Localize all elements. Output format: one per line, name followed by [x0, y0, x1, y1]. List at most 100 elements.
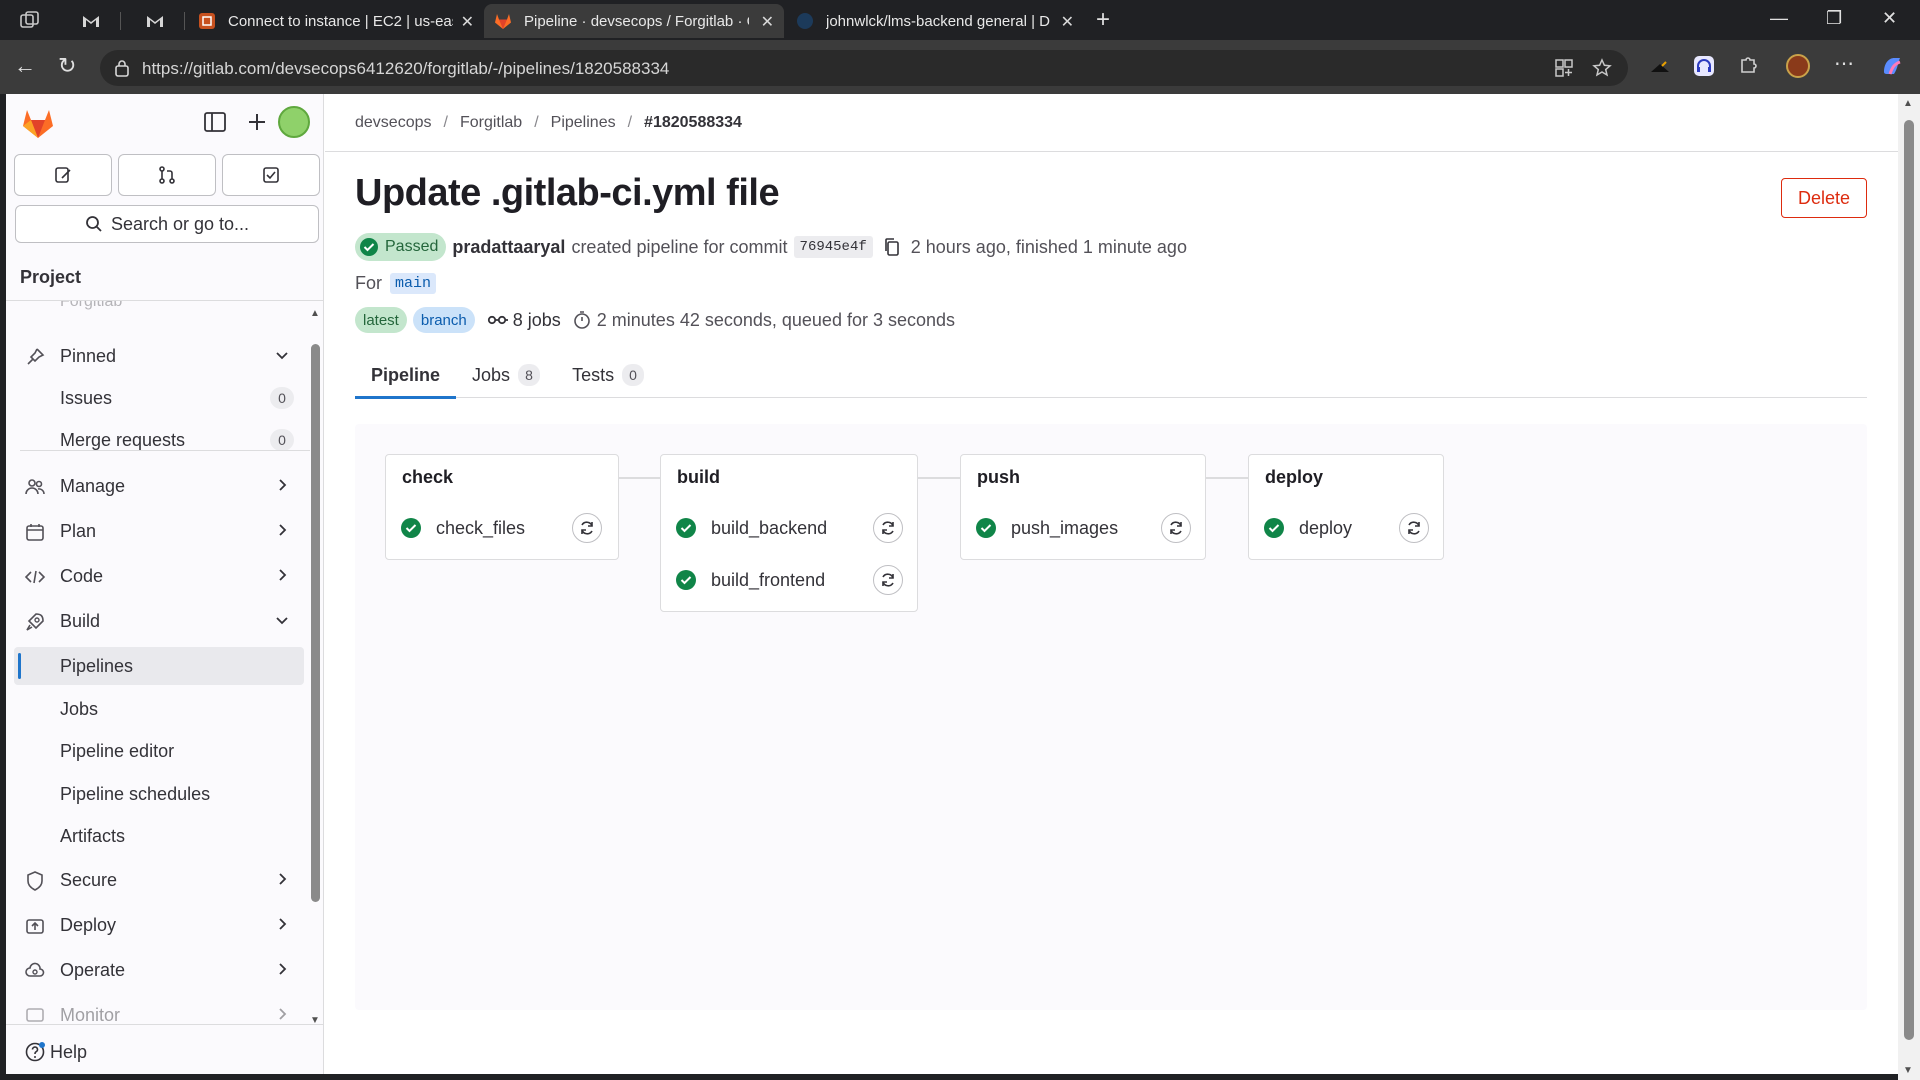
sidebar-item-plan[interactable]: Plan — [14, 512, 304, 550]
profile-avatar[interactable] — [1786, 54, 1810, 78]
close-icon[interactable]: ✕ — [461, 12, 474, 32]
new-tab-icon[interactable]: + — [1096, 8, 1110, 32]
sidebar-quick-actions — [14, 154, 320, 196]
scrollbar-thumb[interactable] — [1904, 120, 1914, 1040]
close-icon[interactable]: ✕ — [1061, 12, 1074, 32]
calendar-icon — [26, 524, 44, 541]
issues-shortcut-button[interactable] — [14, 154, 112, 196]
lock-icon[interactable] — [114, 59, 130, 77]
search-label: Search or go to... — [110, 213, 250, 234]
scroll-down-icon[interactable]: ▼ — [1903, 1065, 1913, 1076]
pipeline-ref-row: For main — [355, 268, 437, 298]
headphones-icon[interactable] — [1692, 54, 1716, 78]
tab-pipeline[interactable]: Pipeline · devsecops / Forgitlab · G ✕ — [484, 4, 784, 38]
gitlab-logo[interactable] — [20, 106, 56, 140]
star-icon[interactable] — [1592, 58, 1612, 78]
divider — [20, 450, 310, 451]
stage-connector — [619, 477, 661, 479]
copilot-icon[interactable] — [1880, 54, 1904, 78]
restore-icon[interactable]: ❐ — [1826, 8, 1842, 29]
aws-icon — [199, 13, 215, 29]
job-build-backend[interactable]: build_backend — [675, 511, 827, 545]
retry-icon — [882, 573, 894, 587]
more-icon[interactable]: ⋯ — [1834, 52, 1854, 76]
retry-icon — [1170, 521, 1182, 535]
retry-button[interactable] — [1399, 513, 1429, 543]
sidebar-item-label: Code — [60, 565, 104, 586]
job-deploy[interactable]: deploy — [1263, 511, 1352, 545]
breadcrumb-item[interactable]: Forgitlab — [460, 114, 522, 132]
close-window-icon[interactable]: ✕ — [1882, 8, 1897, 29]
delete-button[interactable]: Delete — [1781, 178, 1867, 218]
help-button[interactable]: Help — [6, 1024, 324, 1074]
breadcrumb-item[interactable]: devsecops — [355, 114, 432, 132]
sidebar-item-pipeline-schedules[interactable]: Pipeline schedules — [14, 775, 304, 813]
tab-docker[interactable]: johnwlck/lms-backend general | D ✕ — [786, 4, 1084, 38]
search-button[interactable]: Search or go to... — [15, 205, 319, 243]
close-icon[interactable]: ✕ — [761, 12, 774, 32]
sidebar-item-issues[interactable]: Issues 0 — [14, 379, 304, 417]
sidebar-item-label: Monitor — [60, 1004, 121, 1025]
apps-icon[interactable] — [1554, 58, 1574, 78]
sidebar-item-pipeline-editor[interactable]: Pipeline editor — [14, 732, 304, 770]
sidebar-item-merge-requests[interactable]: Merge requests 0 — [14, 421, 304, 459]
retry-button[interactable] — [873, 565, 903, 595]
job-build-frontend[interactable]: build_frontend — [675, 563, 825, 597]
todo-shortcut-button[interactable] — [222, 154, 320, 196]
sidebar-item-code[interactable]: Code — [14, 557, 304, 595]
gmail-icon — [83, 16, 99, 27]
job-push-images[interactable]: push_images — [975, 511, 1118, 545]
sidebar-item-manage[interactable]: Manage — [14, 467, 304, 505]
tab-count: 8 — [518, 364, 541, 386]
commit-sha[interactable]: 76945e4f — [793, 236, 873, 258]
address-bar[interactable]: https://gitlab.com/devsecops6412620/forg… — [100, 50, 1628, 86]
sidebar-item-label: Build — [60, 610, 101, 631]
extension-icon[interactable] — [1648, 54, 1672, 78]
gmail-tab-2[interactable] — [136, 4, 176, 38]
sidebar-item-artifacts[interactable]: Artifacts — [14, 817, 304, 855]
sidebar-item-pinned[interactable]: Pinned — [14, 337, 304, 375]
breadcrumb-current[interactable]: #1820588334 — [644, 114, 742, 132]
tab-jobs[interactable]: Jobs 8 — [456, 352, 556, 398]
sidebar-item-secure[interactable]: Secure — [14, 861, 304, 899]
sidebar-item-jobs[interactable]: Jobs — [14, 690, 304, 728]
puzzle-icon[interactable] — [1736, 54, 1760, 78]
retry-button[interactable] — [572, 513, 602, 543]
minimize-icon[interactable]: — — [1770, 8, 1788, 29]
tab-label: Tests — [572, 364, 615, 385]
sidebar-toggle-icon[interactable] — [202, 109, 228, 135]
sidebar-item-operate[interactable]: Operate — [14, 951, 304, 989]
retry-button[interactable] — [1161, 513, 1191, 543]
breadcrumb-item[interactable]: Pipelines — [551, 114, 616, 132]
sidebar-item-label: Issues — [60, 387, 113, 408]
plus-icon[interactable] — [244, 109, 270, 135]
workspaces-icon[interactable] — [20, 11, 40, 29]
author-link[interactable]: pradattaaryal — [452, 237, 565, 258]
tab-pipeline[interactable]: Pipeline — [355, 352, 457, 399]
sidebar-item-label: Artifacts — [60, 825, 126, 846]
sidebar-item-deploy[interactable]: Deploy — [14, 906, 304, 944]
sidebar-item-build[interactable]: Build — [14, 602, 304, 640]
merge-request-icon — [159, 166, 175, 184]
retry-button[interactable] — [873, 513, 903, 543]
scrollbar-thumb[interactable] — [311, 344, 320, 902]
gmail-tab-1[interactable] — [72, 4, 112, 38]
scroll-up-icon[interactable]: ▲ — [1903, 98, 1913, 109]
sidebar-item-pipelines[interactable]: Pipelines — [14, 647, 304, 685]
reload-icon[interactable]: ↻ — [58, 54, 76, 78]
job-check-files[interactable]: check_files — [400, 511, 525, 545]
sidebar-project-name: Forgitlab — [60, 301, 123, 310]
user-avatar[interactable] — [278, 106, 310, 138]
chevron-right-icon — [279, 918, 287, 930]
sidebar-item-monitor[interactable]: Monitor — [14, 996, 304, 1024]
merge-requests-shortcut-button[interactable] — [118, 154, 216, 196]
page-scrollbar[interactable]: ▲ ▼ — [1898, 94, 1920, 1080]
scroll-up-icon[interactable]: ▲ — [310, 308, 320, 319]
back-icon[interactable]: ← — [14, 54, 36, 78]
sidebar-scrollbar[interactable]: ▲ ▼ — [308, 304, 322, 1026]
branch-ref[interactable]: main — [390, 272, 437, 294]
tab-ec2[interactable]: Connect to instance | EC2 | us-eas ✕ — [188, 4, 484, 38]
status-badge[interactable]: Passed — [355, 233, 447, 261]
copy-icon[interactable] — [883, 237, 901, 257]
tab-tests[interactable]: Tests 0 — [556, 352, 660, 398]
